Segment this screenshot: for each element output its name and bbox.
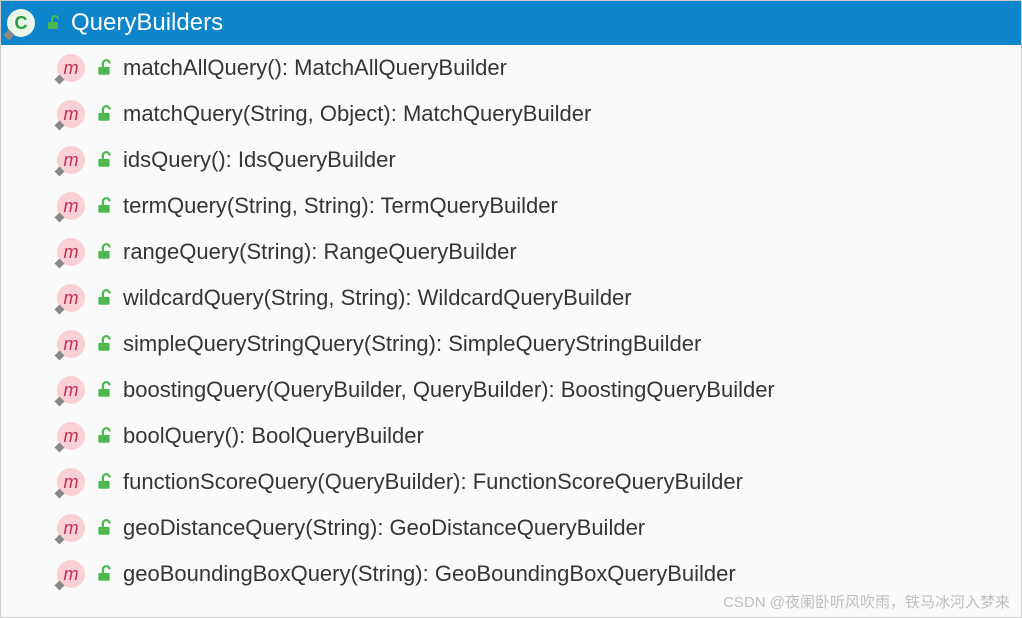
method-icon: m bbox=[57, 100, 85, 128]
method-item[interactable]: m boolQuery(): BoolQueryBuilder bbox=[1, 413, 1021, 459]
method-icon: m bbox=[57, 560, 85, 588]
method-icon: m bbox=[57, 330, 85, 358]
method-item[interactable]: m idsQuery(): IdsQueryBuilder bbox=[1, 137, 1021, 183]
unlock-icon bbox=[95, 427, 113, 445]
method-signature: functionScoreQuery(QueryBuilder): Functi… bbox=[123, 469, 743, 495]
unlock-icon bbox=[95, 105, 113, 123]
class-icon: C bbox=[7, 9, 35, 37]
method-icon: m bbox=[57, 376, 85, 404]
unlock-icon bbox=[95, 335, 113, 353]
method-icon: m bbox=[57, 514, 85, 542]
method-icon: m bbox=[57, 54, 85, 82]
method-signature: idsQuery(): IdsQueryBuilder bbox=[123, 147, 396, 173]
class-icon-letter: C bbox=[15, 13, 28, 34]
method-item[interactable]: m simpleQueryStringQuery(String): SimpleQ… bbox=[1, 321, 1021, 367]
method-item[interactable]: m wildcardQuery(String, String): Wildcard… bbox=[1, 275, 1021, 321]
header: C QueryBuilders bbox=[1, 1, 1021, 45]
unlock-icon bbox=[45, 15, 61, 31]
method-icon: m bbox=[57, 238, 85, 266]
method-signature: geoBoundingBoxQuery(String): GeoBounding… bbox=[123, 561, 736, 587]
unlock-icon bbox=[95, 289, 113, 307]
method-item[interactable]: m termQuery(String, String): TermQueryBui… bbox=[1, 183, 1021, 229]
unlock-icon bbox=[95, 565, 113, 583]
method-item[interactable]: m functionScoreQuery(QueryBuilder): Funct… bbox=[1, 459, 1021, 505]
unlock-icon bbox=[95, 151, 113, 169]
unlock-icon bbox=[95, 519, 113, 537]
method-signature: rangeQuery(String): RangeQueryBuilder bbox=[123, 239, 517, 265]
method-item[interactable]: m matchAllQuery(): MatchAllQueryBuilder bbox=[1, 45, 1021, 91]
method-signature: boostingQuery(QueryBuilder, QueryBuilder… bbox=[123, 377, 775, 403]
static-badge-icon bbox=[3, 29, 14, 40]
method-icon: m bbox=[57, 284, 85, 312]
method-signature: simpleQueryStringQuery(String): SimpleQu… bbox=[123, 331, 701, 357]
unlock-icon bbox=[95, 381, 113, 399]
unlock-icon bbox=[95, 473, 113, 491]
method-signature: geoDistanceQuery(String): GeoDistanceQue… bbox=[123, 515, 645, 541]
unlock-icon bbox=[95, 59, 113, 77]
unlock-icon bbox=[95, 197, 113, 215]
method-signature: boolQuery(): BoolQueryBuilder bbox=[123, 423, 424, 449]
method-signature: termQuery(String, String): TermQueryBuil… bbox=[123, 193, 558, 219]
method-item[interactable]: m rangeQuery(String): RangeQueryBuilder bbox=[1, 229, 1021, 275]
method-signature: wildcardQuery(String, String): WildcardQ… bbox=[123, 285, 632, 311]
method-list: mmatchAllQuery(): MatchAllQueryBuildermm… bbox=[1, 45, 1021, 617]
method-item[interactable]: m matchQuery(String, Object): MatchQueryB… bbox=[1, 91, 1021, 137]
method-icon: m bbox=[57, 468, 85, 496]
method-icon: m bbox=[57, 192, 85, 220]
class-name: QueryBuilders bbox=[71, 9, 223, 37]
method-item[interactable]: m geoDistanceQuery(String): GeoDistanceQu… bbox=[1, 505, 1021, 551]
method-signature: matchAllQuery(): MatchAllQueryBuilder bbox=[123, 55, 507, 81]
method-signature: matchQuery(String, Object): MatchQueryBu… bbox=[123, 101, 591, 127]
method-icon: m bbox=[57, 146, 85, 174]
unlock-icon bbox=[95, 243, 113, 261]
method-item[interactable]: m geoBoundingBoxQuery(String): GeoBoundin… bbox=[1, 551, 1021, 597]
method-item[interactable]: m boostingQuery(QueryBuilder, QueryBuilde… bbox=[1, 367, 1021, 413]
structure-view-panel: C QueryBuilders m matchAllQuery(): MatchA… bbox=[0, 0, 1022, 618]
method-icon: m bbox=[57, 422, 85, 450]
